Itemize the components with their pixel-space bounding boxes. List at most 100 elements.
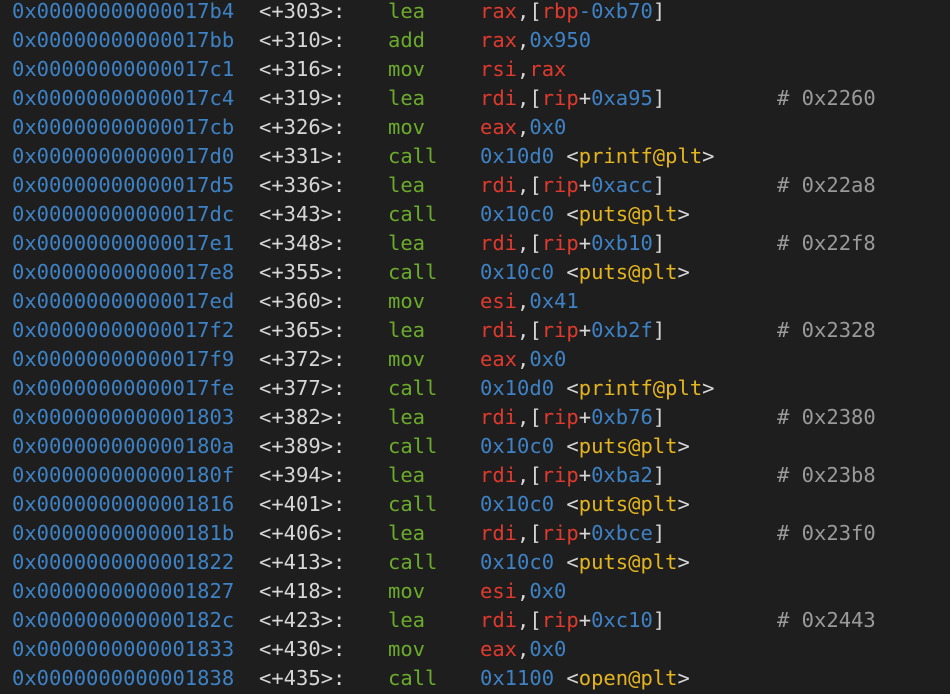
instruction-address: 0x000000000000180a: [12, 434, 235, 458]
disassembly-terminal[interactable]: 0x00000000000017b4 <+303>: lea rax,[rbp-0xb…: [0, 0, 950, 694]
instruction-address: 0x00000000000017d0: [12, 144, 235, 168]
instruction-operands: rdi,[rip+0xbce]: [480, 519, 665, 548]
instruction-operands: eax,0x0: [480, 635, 566, 664]
instruction-address: 0x00000000000017ed: [12, 289, 235, 313]
punctuation-token: +: [578, 231, 592, 255]
instruction-offset: <+406>:: [259, 521, 346, 545]
instruction-mnemonic: call: [388, 550, 438, 574]
number-token: 0x0: [529, 637, 567, 661]
address-comment: # 0x23b8: [777, 463, 876, 487]
instruction-offset: <+360>:: [259, 289, 346, 313]
punctuation-token: ]: [652, 405, 666, 429]
punctuation-token: +: [578, 86, 592, 110]
disassembly-line: 0x000000000000180f <+394>: lea rdi,[rip+0xb…: [0, 461, 950, 490]
number-token: 0x950: [529, 28, 592, 52]
instruction-operands: 0x10d0 <printf@plt>: [480, 374, 715, 403]
disassembly-line: 0x0000000000001822 <+413>: call 0x10c0 <put…: [0, 548, 950, 577]
punctuation-token: >: [702, 144, 715, 168]
disassembly-line: 0x00000000000017dc <+343>: call 0x10c0 <put…: [0, 200, 950, 229]
punctuation-token: ]: [652, 231, 666, 255]
number-token: 0x10c0: [480, 260, 555, 284]
disassembly-line: 0x0000000000001827 <+418>: mov esi,0x0: [0, 577, 950, 606]
register-token: rip: [541, 608, 579, 632]
register-token: rip: [541, 231, 579, 255]
number-token: 0x1100: [480, 666, 555, 690]
number-token: 0x10c0: [480, 550, 555, 574]
instruction-offset: <+331>:: [259, 144, 346, 168]
punctuation-token: >: [702, 376, 715, 400]
instruction-offset: <+319>:: [259, 86, 346, 110]
number-token: 0xa95: [591, 86, 653, 110]
instruction-operands: rdi,[rip+0xb2f]: [480, 316, 665, 345]
register-token: rax: [480, 28, 518, 52]
instruction-operands: rsi,rax: [480, 55, 566, 84]
punctuation-token: +: [578, 318, 592, 342]
symbol-token: puts@plt: [578, 550, 678, 574]
number-token: 0xacc: [591, 173, 653, 197]
punctuation-token: ,[: [517, 463, 542, 487]
register-token: eax: [480, 347, 518, 371]
instruction-address: 0x00000000000017bb: [12, 28, 235, 52]
instruction-operands: 0x10c0 <puts@plt>: [480, 490, 690, 519]
punctuation-token: <: [554, 260, 579, 284]
punctuation-token: ,: [517, 28, 530, 52]
instruction-operands: 0x10c0 <puts@plt>: [480, 200, 690, 229]
punctuation-token: +: [578, 173, 592, 197]
disassembly-line: 0x00000000000017c4 <+319>: lea rdi,[rip+0xa…: [0, 84, 950, 113]
number-token: -0xb70: [578, 0, 653, 23]
register-token: esi: [480, 289, 518, 313]
instruction-mnemonic: lea: [388, 521, 426, 545]
symbol-token: puts@plt: [578, 492, 678, 516]
instruction-address: 0x00000000000017e8: [12, 260, 235, 284]
instruction-mnemonic: add: [388, 28, 426, 52]
punctuation-token: >: [677, 202, 690, 226]
register-token: rsi: [480, 57, 518, 81]
punctuation-token: <: [554, 144, 579, 168]
register-token: esi: [480, 579, 518, 603]
register-token: rdi: [480, 405, 518, 429]
instruction-mnemonic: mov: [388, 57, 426, 81]
disassembly-line: 0x00000000000017fe <+377>: call 0x10d0 <pri…: [0, 374, 950, 403]
number-token: 0x0: [529, 115, 567, 139]
disassembly-line: 0x00000000000017b4 <+303>: lea rax,[rbp-0xb…: [0, 0, 950, 26]
instruction-mnemonic: lea: [388, 86, 426, 110]
instruction-offset: <+389>:: [259, 434, 346, 458]
instruction-offset: <+394>:: [259, 463, 346, 487]
disassembly-line: 0x00000000000017cb <+326>: mov eax,0x0: [0, 113, 950, 142]
instruction-address: 0x000000000000180f: [12, 463, 235, 487]
register-token: rax: [480, 0, 518, 23]
register-token: rip: [541, 86, 579, 110]
number-token: 0xb10: [591, 231, 653, 255]
punctuation-token: ,[: [517, 0, 542, 23]
instruction-mnemonic: mov: [388, 289, 426, 313]
number-token: 0x10c0: [480, 492, 555, 516]
disassembly-line: 0x00000000000017c1 <+316>: mov rsi,rax: [0, 55, 950, 84]
disassembly-line: 0x0000000000001833 <+430>: mov eax,0x0: [0, 635, 950, 664]
punctuation-token: >: [677, 434, 690, 458]
punctuation-token: ,[: [517, 405, 542, 429]
number-token: 0x0: [529, 579, 567, 603]
symbol-token: printf@plt: [578, 144, 703, 168]
disassembly-line: 0x00000000000017d5 <+336>: lea rdi,[rip+0xa…: [0, 171, 950, 200]
number-token: 0xbce: [591, 521, 653, 545]
address-comment: # 0x22f8: [777, 231, 876, 255]
number-token: 0xb2f: [591, 318, 653, 342]
register-token: rip: [541, 405, 579, 429]
instruction-offset: <+423>:: [259, 608, 346, 632]
punctuation-token: +: [578, 405, 592, 429]
instruction-offset: <+418>:: [259, 579, 346, 603]
address-comment: # 0x2328: [777, 318, 876, 342]
disassembly-line: 0x00000000000017bb <+310>: add rax,0x950: [0, 26, 950, 55]
punctuation-token: ,[: [517, 318, 542, 342]
instruction-address: 0x00000000000017c1: [12, 57, 235, 81]
number-token: 0xc10: [591, 608, 653, 632]
symbol-token: puts@plt: [578, 434, 678, 458]
disassembly-line: 0x0000000000001838 <+435>: call 0x1100 <ope…: [0, 664, 950, 693]
number-token: 0x10c0: [480, 202, 555, 226]
punctuation-token: ]: [652, 86, 666, 110]
instruction-operands: 0x10d0 <printf@plt>: [480, 142, 715, 171]
punctuation-token: ,[: [517, 86, 542, 110]
instruction-operands: 0x1100 <open@plt>: [480, 664, 690, 693]
punctuation-token: <: [554, 434, 579, 458]
number-token: 0x10d0: [480, 376, 555, 400]
